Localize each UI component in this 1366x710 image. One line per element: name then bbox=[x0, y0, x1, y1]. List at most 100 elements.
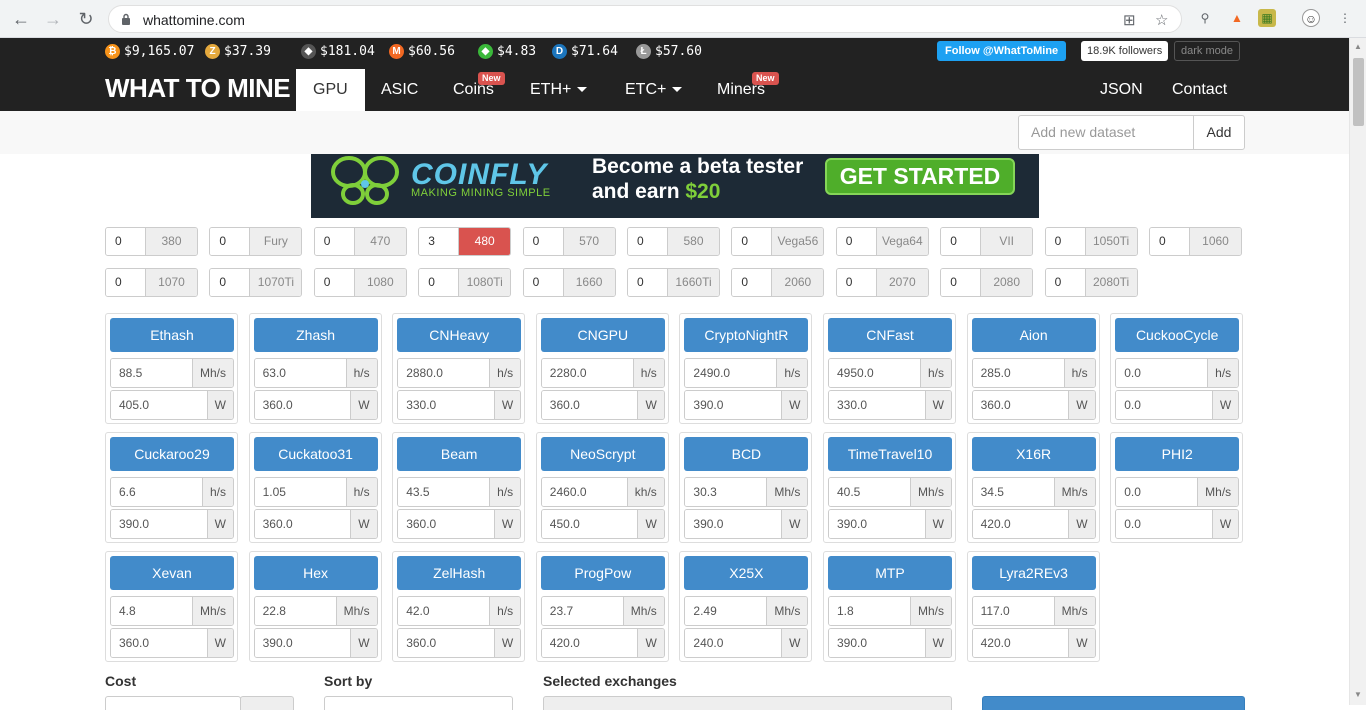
algo-toggle-button[interactable]: X25X bbox=[684, 556, 809, 590]
gpu-count-input[interactable]: 0 bbox=[314, 269, 355, 296]
power-input[interactable]: 360.0 bbox=[254, 391, 351, 419]
gpu-model-label[interactable]: 1660 bbox=[563, 269, 615, 296]
algo-toggle-button[interactable]: Hex bbox=[253, 556, 378, 590]
power-input[interactable]: 390.0 bbox=[685, 391, 782, 419]
gpu-count-input[interactable]: 0 bbox=[732, 228, 773, 255]
twitter-follow-button[interactable]: Follow @WhatToMine bbox=[937, 41, 1067, 61]
gpu-count-input[interactable]: 0 bbox=[836, 228, 877, 255]
power-input[interactable]: 360.0 bbox=[541, 391, 638, 419]
power-input[interactable]: 390.0 bbox=[685, 510, 782, 538]
address-bar[interactable]: whattomine.com ⊞ ☆ bbox=[108, 5, 1182, 33]
gpu-count-input[interactable]: 0 bbox=[1150, 228, 1190, 255]
gpu-count-input[interactable]: 0 bbox=[836, 269, 877, 296]
nav-json[interactable]: JSON bbox=[1083, 69, 1160, 111]
back-arrow-icon[interactable]: ← bbox=[8, 6, 34, 32]
algo-toggle-button[interactable]: MTP bbox=[828, 556, 952, 590]
gpu-count-input[interactable]: 0 bbox=[210, 269, 251, 296]
gpu-model-label[interactable]: 1080Ti bbox=[459, 269, 511, 296]
reload-icon[interactable]: ↻ bbox=[73, 6, 99, 32]
dataset-add-button[interactable]: Add bbox=[1193, 115, 1245, 150]
nav-coins[interactable]: Coins New bbox=[436, 69, 511, 111]
gpu-model-label[interactable]: Vega64 bbox=[876, 228, 928, 255]
gpu-model-label[interactable]: 1080 bbox=[354, 269, 406, 296]
power-input[interactable]: 360.0 bbox=[398, 510, 494, 538]
nav-etc-plus[interactable]: ETC+ bbox=[608, 69, 699, 111]
extension-fox-icon[interactable]: ▲ bbox=[1228, 9, 1246, 27]
gpu-model-label[interactable]: 580 bbox=[668, 228, 719, 255]
gpu-count-input[interactable]: 0 bbox=[732, 269, 773, 296]
hashrate-input[interactable]: 0.0 bbox=[1116, 359, 1208, 387]
gpu-model-label[interactable]: 470 bbox=[354, 228, 406, 255]
gpu-model-label[interactable]: 1070 bbox=[146, 269, 197, 296]
nav-gpu[interactable]: GPU bbox=[296, 69, 365, 111]
hashrate-input[interactable]: 88.5 bbox=[111, 359, 192, 387]
power-input[interactable]: 390.0 bbox=[254, 629, 351, 657]
gpu-count-input[interactable]: 0 bbox=[106, 269, 146, 296]
algo-toggle-button[interactable]: CNHeavy bbox=[397, 318, 522, 352]
hashrate-input[interactable]: 1.05 bbox=[254, 478, 346, 506]
hashrate-input[interactable]: 23.7 bbox=[541, 597, 623, 625]
gpu-model-label[interactable]: 2080 bbox=[981, 269, 1033, 296]
hashrate-input[interactable]: 22.8 bbox=[254, 597, 336, 625]
power-input[interactable]: 420.0 bbox=[972, 629, 1069, 657]
nav-asic[interactable]: ASIC bbox=[364, 69, 435, 111]
gpu-count-input[interactable]: 0 bbox=[628, 269, 668, 296]
hashrate-input[interactable]: 2.49 bbox=[685, 597, 767, 625]
power-input[interactable]: 450.0 bbox=[541, 510, 638, 538]
hashrate-input[interactable]: 1.8 bbox=[829, 597, 910, 625]
gpu-count-input[interactable]: 0 bbox=[419, 269, 460, 296]
sort-by-select[interactable] bbox=[324, 696, 513, 710]
power-input[interactable]: 360.0 bbox=[972, 391, 1069, 419]
exchanges-select[interactable] bbox=[543, 696, 952, 710]
gpu-count-input[interactable]: 0 bbox=[941, 269, 982, 296]
translate-icon[interactable]: ⊞ bbox=[1123, 11, 1136, 29]
gpu-count-input[interactable]: 0 bbox=[314, 228, 355, 255]
hashrate-input[interactable]: 43.5 bbox=[398, 478, 490, 506]
algo-toggle-button[interactable]: CNGPU bbox=[540, 318, 665, 352]
gpu-model-label[interactable]: 1060 bbox=[1190, 228, 1241, 255]
nav-contact[interactable]: Contact bbox=[1155, 69, 1244, 111]
gpu-model-label[interactable]: VII bbox=[981, 228, 1033, 255]
power-input[interactable]: 330.0 bbox=[398, 391, 494, 419]
dark-mode-button[interactable]: dark mode bbox=[1174, 41, 1240, 61]
extension-image-icon[interactable]: ▦ bbox=[1258, 9, 1276, 27]
hashrate-input[interactable]: 2880.0 bbox=[398, 359, 490, 387]
power-input[interactable]: 390.0 bbox=[111, 510, 207, 538]
hashrate-input[interactable]: 30.3 bbox=[685, 478, 767, 506]
hashrate-input[interactable]: 2460.0 bbox=[541, 478, 627, 506]
chrome-menu-icon[interactable]: ⋮ bbox=[1336, 9, 1354, 27]
algo-toggle-button[interactable]: PHI2 bbox=[1115, 437, 1240, 471]
gpu-count-input[interactable]: 0 bbox=[210, 228, 251, 255]
algo-toggle-button[interactable]: Cuckaroo29 bbox=[110, 437, 234, 471]
page-scrollbar[interactable]: ▲ ▼ bbox=[1349, 38, 1366, 705]
algo-toggle-button[interactable]: Cuckatoo31 bbox=[253, 437, 378, 471]
nav-eth-plus[interactable]: ETH+ bbox=[513, 69, 604, 111]
cost-input[interactable] bbox=[105, 696, 241, 710]
gpu-model-label[interactable]: 570 bbox=[563, 228, 615, 255]
power-input[interactable]: 420.0 bbox=[541, 629, 638, 657]
hashrate-input[interactable]: 40.5 bbox=[829, 478, 910, 506]
gpu-model-label[interactable]: 1070Ti bbox=[250, 269, 302, 296]
algo-toggle-button[interactable]: CryptoNightR bbox=[684, 318, 809, 352]
algo-toggle-button[interactable]: Xevan bbox=[110, 556, 234, 590]
gpu-count-input[interactable]: 0 bbox=[628, 228, 668, 255]
hashrate-input[interactable]: 2490.0 bbox=[685, 359, 777, 387]
hashrate-input[interactable]: 63.0 bbox=[254, 359, 346, 387]
power-input[interactable]: 420.0 bbox=[972, 510, 1069, 538]
algo-toggle-button[interactable]: Beam bbox=[397, 437, 522, 471]
hashrate-input[interactable]: 34.5 bbox=[972, 478, 1054, 506]
gpu-model-label[interactable]: Vega56 bbox=[772, 228, 824, 255]
gpu-count-input[interactable]: 0 bbox=[941, 228, 982, 255]
site-logo[interactable]: WHAT TO MINE bbox=[105, 73, 291, 104]
algo-toggle-button[interactable]: ProgPow bbox=[540, 556, 665, 590]
bookmark-star-icon[interactable]: ☆ bbox=[1155, 11, 1168, 29]
algo-toggle-button[interactable]: X16R bbox=[971, 437, 1096, 471]
hashrate-input[interactable]: 285.0 bbox=[972, 359, 1064, 387]
forward-arrow-icon[interactable]: → bbox=[40, 6, 66, 32]
power-input[interactable]: 330.0 bbox=[829, 391, 925, 419]
dataset-input[interactable]: Add new dataset bbox=[1018, 115, 1194, 150]
get-started-button[interactable]: GET STARTED bbox=[825, 158, 1015, 195]
gpu-count-input[interactable]: 0 bbox=[1045, 228, 1086, 255]
scroll-up-icon[interactable]: ▲ bbox=[1354, 42, 1362, 51]
algo-toggle-button[interactable]: TimeTravel10 bbox=[828, 437, 952, 471]
